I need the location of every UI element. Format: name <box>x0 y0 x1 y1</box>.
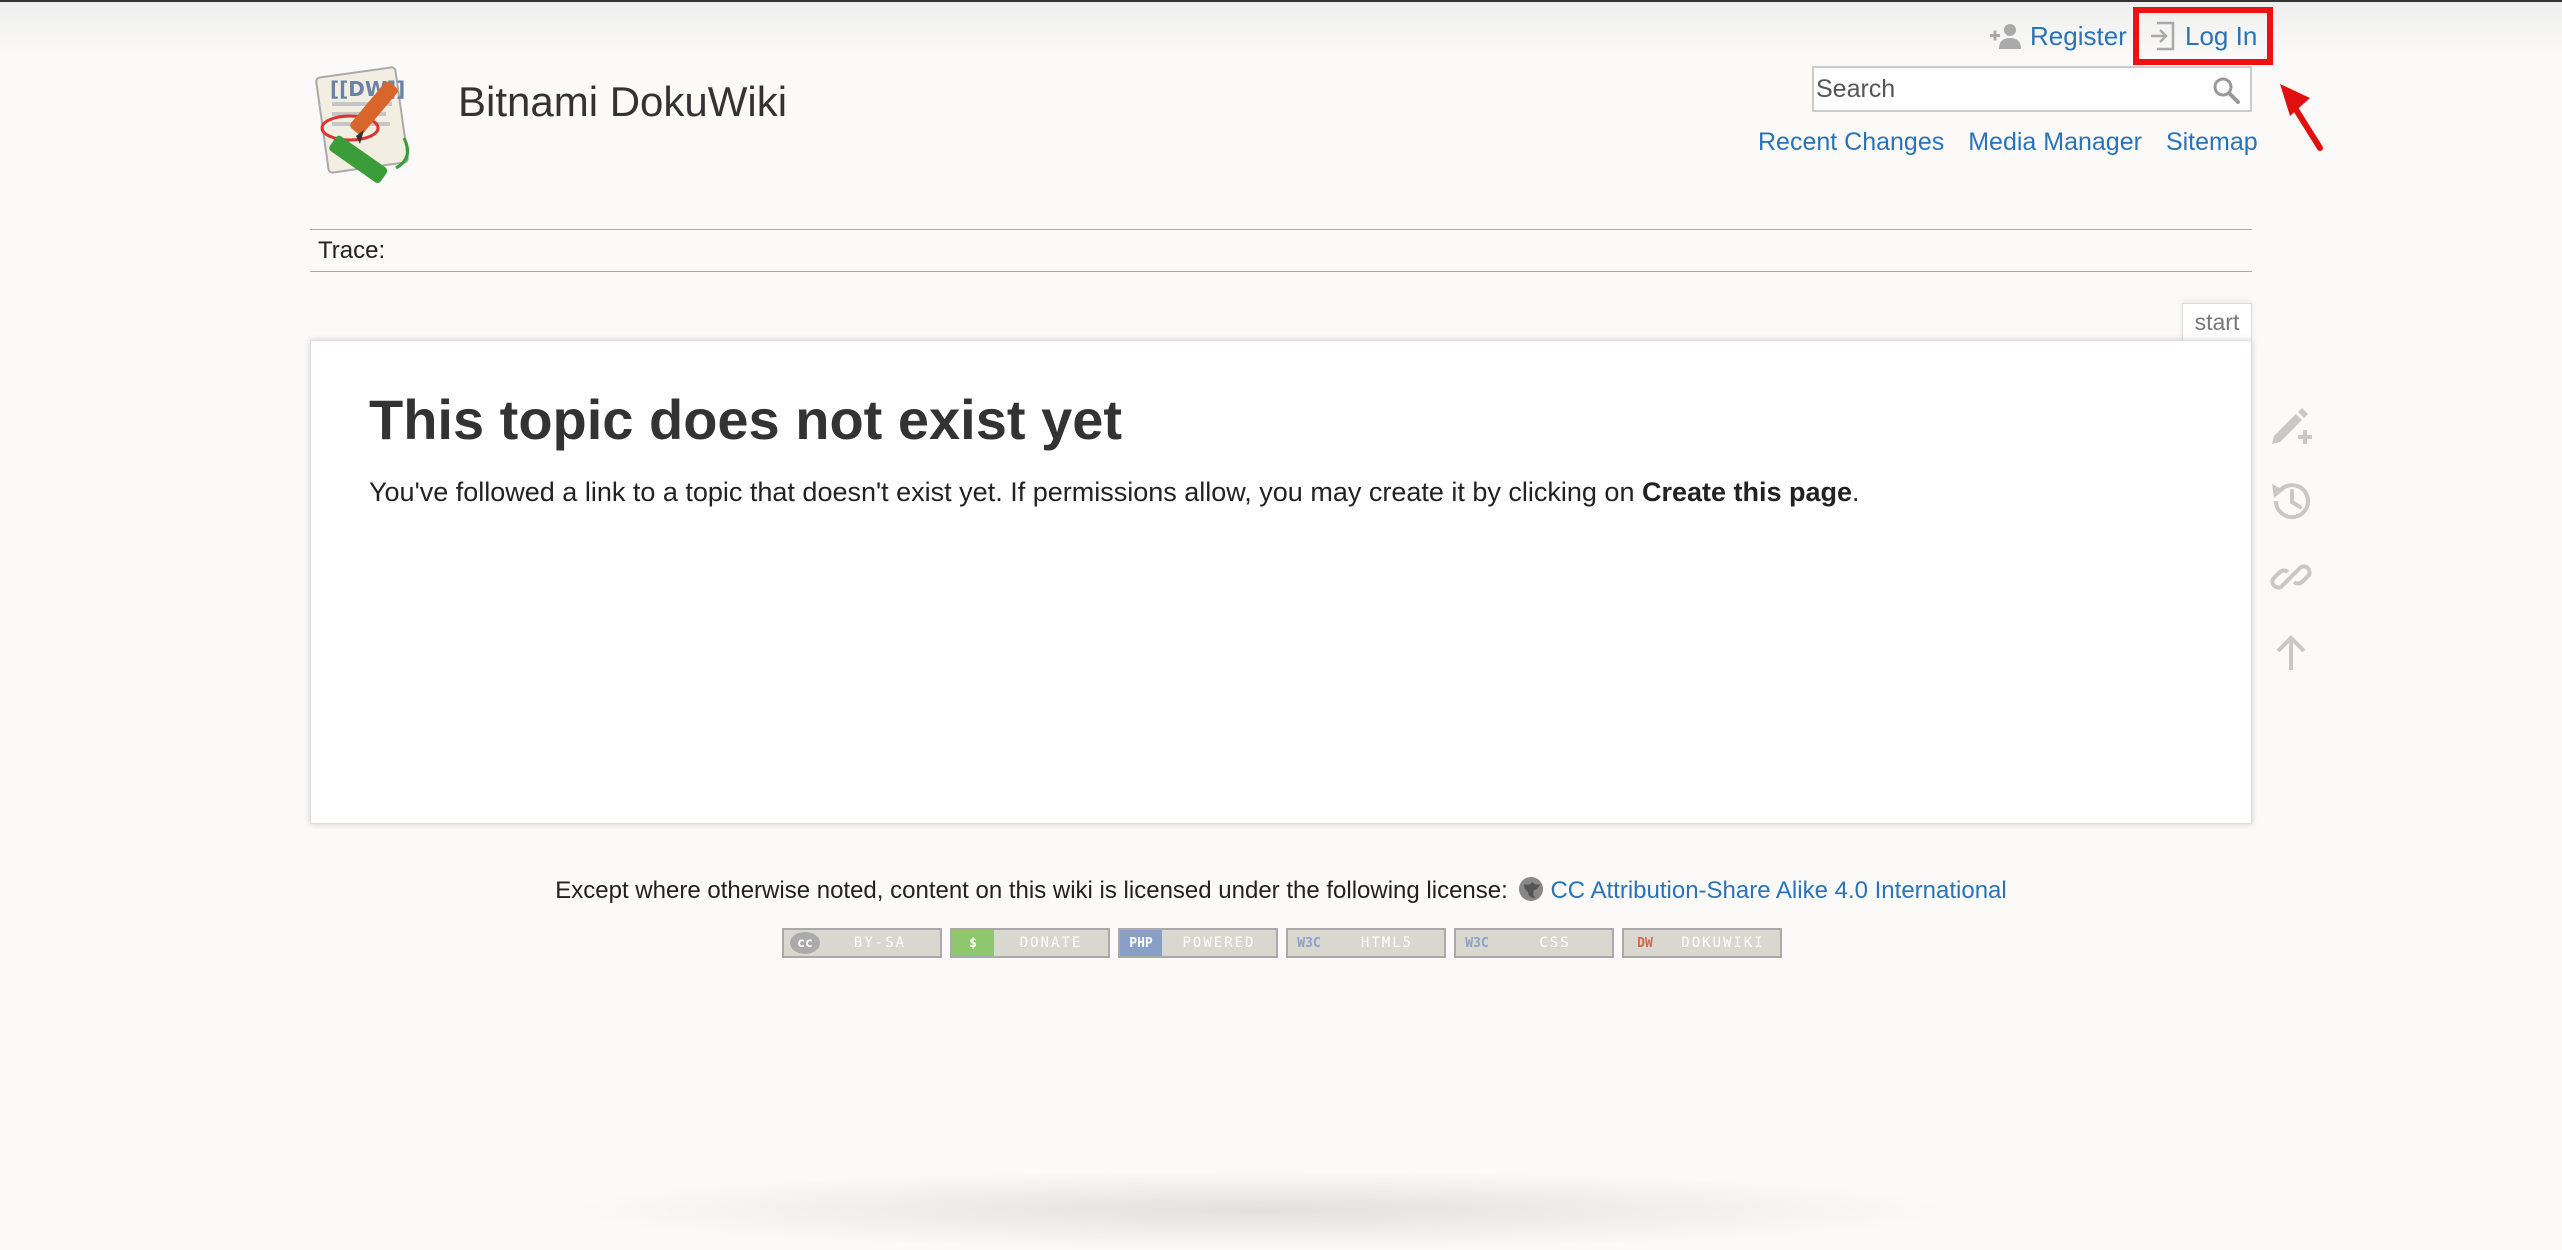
search-icon[interactable] <box>2212 76 2240 104</box>
donate-badge-text: DONATE <box>1019 935 1083 951</box>
media-manager-link[interactable]: Media Manager <box>1968 128 2142 164</box>
cc-badge[interactable]: cc BY-SA <box>782 928 942 958</box>
css-badge-lead: W3C <box>1465 935 1489 951</box>
donate-badge[interactable]: $ DONATE <box>950 928 1110 958</box>
sitemap-link[interactable]: Sitemap <box>2166 128 2258 164</box>
recent-changes-link[interactable]: Recent Changes <box>1758 128 1944 164</box>
backlinks-icon <box>2270 564 2312 590</box>
license-text: Except where otherwise noted, content on… <box>555 877 1508 904</box>
create-page-button[interactable] <box>2266 400 2316 450</box>
back-to-top-icon <box>2276 635 2306 670</box>
donate-badge-lead: $ <box>952 930 994 956</box>
cc-badge-text: BY-SA <box>853 935 907 951</box>
breadcrumb: Trace: <box>310 229 2252 272</box>
dokuwiki-badge-lead: DW <box>1637 935 1653 951</box>
dokuwiki-badge[interactable]: DW DOKUWIKI <box>1622 928 1782 958</box>
cc-badge-lead: cc <box>790 932 820 954</box>
old-revisions-button[interactable] <box>2266 476 2316 526</box>
site-title[interactable]: Bitnami DokuWiki <box>458 78 787 126</box>
cc-license-icon <box>1519 877 1544 901</box>
html5-badge-lead: W3C <box>1297 935 1321 951</box>
back-to-top-button[interactable] <box>2266 628 2316 678</box>
login-icon <box>2151 21 2175 51</box>
html5-badge[interactable]: W3C HTML5 <box>1286 928 1446 958</box>
css-badge-text: CSS <box>1539 935 1571 951</box>
register-link[interactable]: Register <box>1988 18 2127 54</box>
register-label[interactable]: Register <box>2030 21 2127 52</box>
create-page-icon <box>2272 408 2312 444</box>
breadcrumb-label: Trace: <box>318 236 386 264</box>
site-tools: Recent Changes Media Manager Sitemap <box>1758 128 2258 164</box>
page-content: This topic does not exist yet You've fol… <box>310 340 2252 824</box>
html5-badge-text: HTML5 <box>1360 935 1414 951</box>
login-label[interactable]: Log In <box>2185 21 2257 52</box>
css-badge[interactable]: W3C CSS <box>1454 928 1614 958</box>
page-body-text: You've followed a link to a topic that d… <box>369 477 1860 508</box>
php-badge[interactable]: PHP POWERED <box>1118 928 1278 958</box>
annotation-arrow-icon <box>2280 84 2323 151</box>
php-badge-lead: PHP <box>1120 930 1162 956</box>
footer-badges: cc BY-SA $ DONATE PHP POWERED W3C HTML5 … <box>782 928 1782 958</box>
page-tools <box>2266 400 2316 704</box>
old-revisions-icon <box>2272 483 2310 520</box>
bottom-shadow <box>560 1170 1960 1250</box>
backlinks-button[interactable] <box>2266 552 2316 602</box>
add-user-icon <box>1990 24 2021 49</box>
dokuwiki-page: [[DW]] Bitnami DokuWiki Register Log In <box>0 0 2562 1250</box>
page-heading: This topic does not exist yet <box>369 388 1123 451</box>
login-link[interactable]: Log In <box>2133 7 2273 65</box>
license-notice: Except where otherwise noted, content on… <box>0 876 2562 905</box>
dokuwiki-logo-icon[interactable]: [[DW]] <box>308 58 440 190</box>
page-id-tab[interactable]: start <box>2182 303 2252 341</box>
search-box <box>1812 66 2252 112</box>
license-link[interactable]: CC Attribution-Share Alike 4.0 Internati… <box>1550 877 2006 904</box>
body-text-suffix: . <box>1852 477 1860 507</box>
body-text-prefix: You've followed a link to a topic that d… <box>369 477 1642 507</box>
dokuwiki-badge-text: DOKUWIKI <box>1681 935 1765 951</box>
search-input[interactable] <box>1814 69 2204 109</box>
php-badge-text: POWERED <box>1182 935 1256 951</box>
create-page-hint: Create this page <box>1641 477 1853 507</box>
